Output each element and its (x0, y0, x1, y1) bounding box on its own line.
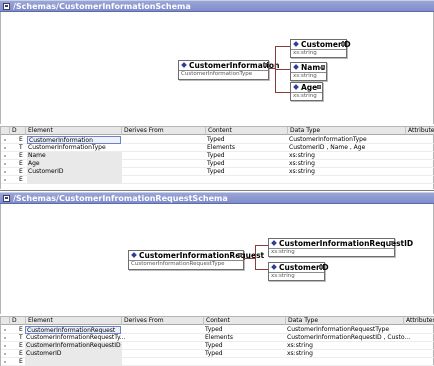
column-header-attributes[interactable]: Attributes (403, 317, 434, 325)
column-header-d[interactable]: D (9, 317, 25, 325)
expand-marker-icon[interactable] (317, 85, 321, 89)
connector-line (255, 245, 256, 270)
panel-splitter[interactable] (0, 189, 434, 191)
connector-line (275, 69, 290, 70)
node-type: xs:string (271, 249, 295, 255)
panel1-diagram-canvas[interactable]: CustomerInformation CustomerInformationT… (0, 12, 434, 124)
element-cell[interactable]: CustomerInformation (27, 136, 121, 144)
connector-line (275, 46, 290, 47)
table-row[interactable]: E Name Typed xs:string (1, 152, 434, 160)
expand-marker-icon[interactable] (263, 63, 267, 67)
diagram-node-customerinformationrequestid[interactable]: CustomerInformationRequestID xs:string (268, 238, 413, 257)
connector-line (275, 92, 290, 93)
expand-marker-icon[interactable] (238, 253, 242, 257)
element-cell[interactable] (25, 358, 122, 366)
table-row[interactable]: T CustomerInformationType Elements Custo… (1, 144, 434, 152)
table-row[interactable]: E (1, 176, 434, 184)
diagram-node-customerid[interactable]: CustomerID xs:string (268, 262, 329, 281)
row-marker-icon (4, 345, 6, 347)
row-marker-icon (4, 163, 6, 165)
diagram-node-customerid[interactable]: CustomerID xs:string (290, 39, 351, 58)
element-cell[interactable]: CustomerInformationRequestID (25, 342, 122, 350)
diagram-node-age[interactable]: Age xs:string (290, 82, 323, 101)
element-cell[interactable]: CustomerInformationRequestTy... (26, 334, 125, 342)
table-row[interactable]: E CustomerInformationRequestID Typed xs:… (1, 342, 434, 350)
node-type: CustomerInformationType (181, 71, 253, 77)
table-row[interactable]: E CustomerID Typed xs:string (1, 350, 434, 358)
table-row[interactable]: E (1, 358, 434, 366)
node-type: xs:string (293, 93, 317, 99)
row-marker-icon (4, 329, 6, 331)
column-header-d[interactable]: D (9, 127, 17, 135)
connector-line (244, 258, 255, 259)
column-header-element[interactable]: Element (25, 317, 121, 325)
node-type: xs:string (271, 273, 295, 279)
element-cell[interactable]: CustomerInformationRequest (25, 326, 121, 334)
diagram-node-name[interactable]: Name xs:string (290, 62, 327, 81)
row-marker-icon (4, 179, 6, 181)
row-marker-icon (4, 361, 6, 363)
expand-marker-icon[interactable] (319, 265, 323, 269)
panel2-titlebar: /Schemas/CustomerInfromationRequestSchem… (0, 192, 434, 204)
node-type: xs:string (293, 50, 317, 56)
expand-marker-icon[interactable] (341, 42, 345, 46)
element-cell[interactable]: CustomerID (27, 168, 122, 176)
element-cell[interactable] (27, 176, 122, 184)
table-row[interactable]: E Age Typed xs:string (1, 160, 434, 168)
column-header-data-type[interactable]: Data Type (287, 127, 405, 135)
panel1-titlebar: /Schemas/CustomerInformationSchema (0, 0, 434, 12)
row-marker-icon (4, 139, 6, 141)
panel1-element-grid: D Element Derives From Content Data Type… (0, 126, 434, 189)
connector-line (255, 245, 268, 246)
row-marker-icon (4, 155, 6, 157)
node-type: xs:string (293, 73, 317, 79)
table-row[interactable]: E CustomerID Typed xs:string (1, 168, 434, 176)
row-marker-icon (4, 353, 6, 355)
table-row[interactable]: E CustomerInformationRequest Typed Custo… (1, 326, 434, 334)
expand-marker-icon[interactable] (321, 65, 325, 69)
schema-window-icon (3, 195, 10, 202)
row-marker-icon (4, 171, 6, 173)
grid-header: D Element Derives From Content Data Type… (1, 126, 434, 135)
schema-window-icon (3, 3, 10, 10)
table-row[interactable]: T CustomerInformationRequestTy... Elemen… (1, 334, 434, 342)
column-header-derives-from[interactable]: Derives From (121, 317, 203, 325)
column-header-content[interactable]: Content (203, 317, 285, 325)
column-header-data-type[interactable]: Data Type (285, 317, 403, 325)
element-cell[interactable]: CustomerInformationType (28, 144, 106, 152)
connector-line (255, 269, 268, 270)
diagram-node-customerinformation[interactable]: CustomerInformation CustomerInformationT… (178, 60, 279, 80)
diagram-node-customerinformationrequest[interactable]: CustomerInformationRequest CustomerInfor… (128, 250, 264, 270)
row-marker-icon (4, 147, 6, 149)
column-header-element[interactable]: Element (25, 127, 121, 135)
column-header-content[interactable]: Content (205, 127, 287, 135)
grid-header: D Element Derives From Content Data Type… (1, 316, 434, 325)
element-cell[interactable]: Age (27, 160, 122, 168)
element-cell[interactable]: CustomerID (25, 350, 122, 358)
column-header-derives-from[interactable]: Derives From (121, 127, 205, 135)
node-name: CustomerInformationRequestID (279, 239, 414, 248)
element-cell[interactable]: Name (27, 152, 122, 160)
node-name: Age (301, 83, 318, 92)
panel2-element-grid: D Element Derives From Content Data Type… (0, 316, 434, 366)
panel2-diagram-canvas[interactable]: CustomerInformationRequest CustomerInfor… (0, 204, 434, 314)
column-header-attributes[interactable]: Attributes (405, 127, 434, 135)
row-marker-icon (4, 337, 6, 339)
node-type: CustomerInformationRequestType (131, 261, 225, 267)
table-row[interactable]: E CustomerInformation Typed CustomerInfo… (1, 136, 434, 144)
expand-marker-icon[interactable] (389, 241, 393, 245)
